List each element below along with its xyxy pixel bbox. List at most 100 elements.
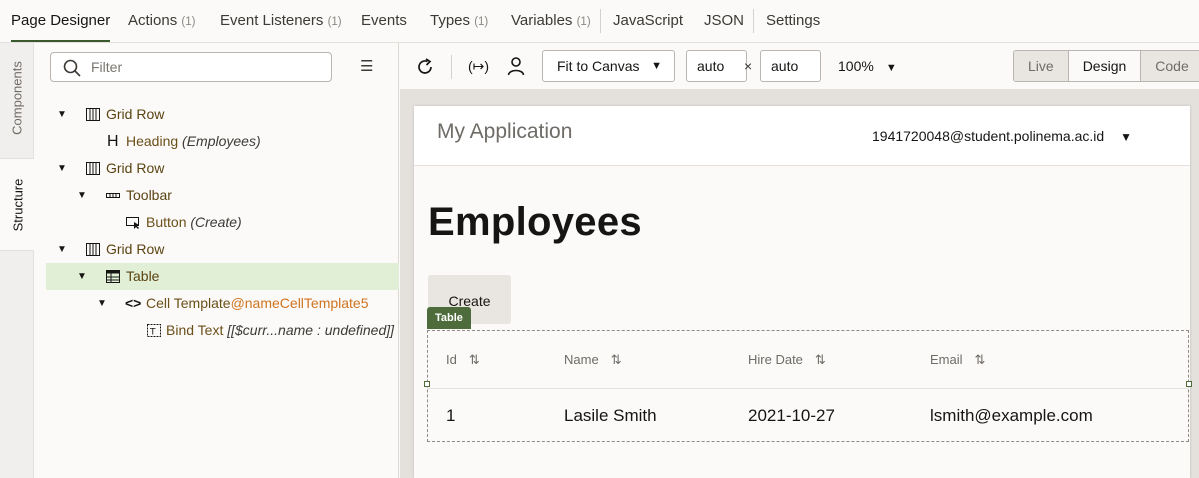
tree-node-label: Toolbar	[126, 187, 172, 203]
employees-table[interactable]: Id ⇅ Name ⇅ Hire Date ⇅ Email ⇅ 1 Lasile Smi…	[424, 330, 1192, 442]
side-tab-label: Structure	[10, 178, 25, 231]
tab-settings[interactable]: Settings	[766, 0, 820, 42]
tab-label: Events	[361, 12, 407, 29]
toolbar-divider	[451, 55, 452, 79]
dropdown-arrow-icon: ▼	[885, 62, 897, 74]
dropdown-arrow-icon: ▼	[651, 60, 662, 72]
column-header-email[interactable]: Email ⇅	[930, 331, 985, 389]
designer-toolbar: (↦) Fit to Canvas ▼ auto × auto 100% ▼ Liv…	[400, 43, 1199, 90]
bind-text-icon: T	[147, 324, 161, 337]
sort-icon[interactable]: ⇅	[469, 352, 480, 367]
column-header-label: Hire Date	[748, 352, 803, 367]
tab-json[interactable]: JSON	[704, 0, 744, 42]
tab-types[interactable]: Types (1)	[430, 0, 488, 42]
menu-icon[interactable]: ☰	[360, 57, 373, 75]
selection-tag: Table	[427, 307, 471, 329]
tree-node-detail: (Employees)	[182, 133, 261, 149]
tab-label: JSON	[704, 12, 745, 29]
svg-text:T: T	[149, 328, 156, 338]
tab-count: (1)	[474, 16, 489, 28]
tree-row-bind-text[interactable]: T Bind Text [[$curr...name : undefined]]	[34, 317, 399, 344]
tab-event-listeners[interactable]: Event Listeners (1)	[220, 0, 342, 42]
filter-input[interactable]: Filter	[50, 52, 332, 82]
tree-node-label: Heading	[126, 133, 179, 149]
tab-count: (1)	[181, 16, 196, 28]
column-header-hire-date[interactable]: Hire Date ⇅	[748, 331, 826, 389]
table-cell: Lasile Smith	[564, 406, 657, 425]
resize-handle[interactable]	[424, 381, 430, 387]
tab-label: Page Designer	[11, 12, 111, 29]
mode-design-button[interactable]: Design	[1068, 51, 1142, 81]
user-icon[interactable]	[506, 56, 526, 76]
mode-live-button[interactable]: Live	[1014, 51, 1069, 81]
column-header-name[interactable]: Name ⇅	[564, 331, 622, 389]
tree-row-grid-row[interactable]: ▼ Grid Row	[34, 236, 399, 263]
view-mode-switch: Live Design Code	[1013, 50, 1199, 82]
tab-label: JavaScript	[613, 12, 684, 29]
height-value: auto	[771, 58, 799, 74]
resize-handle[interactable]	[1186, 381, 1192, 387]
width-value: auto	[697, 58, 725, 74]
search-icon	[63, 59, 81, 77]
zoom-select[interactable]: 100% ▼	[838, 43, 897, 92]
tab-label: Settings	[766, 12, 821, 29]
tab-label: Event Listeners	[220, 12, 324, 29]
sort-icon[interactable]: ⇅	[815, 352, 826, 367]
caret-down-icon[interactable]: ▼	[57, 236, 67, 263]
tab-actions[interactable]: Actions (1)	[128, 0, 195, 42]
variable-binding-icon[interactable]: (↦)	[468, 43, 489, 90]
app-title: My Application	[437, 120, 573, 143]
user-email: 1941720048@student.polinema.ac.id	[872, 128, 1105, 144]
tree-row-grid-row[interactable]: ▼ Grid Row	[34, 101, 399, 128]
tree-node-label: Grid Row	[106, 160, 165, 176]
app-preview: My Application 1941720048@student.poline…	[414, 106, 1192, 478]
tab-javascript[interactable]: JavaScript	[613, 0, 683, 42]
caret-down-icon[interactable]: ▼	[97, 290, 107, 317]
tree-node-label: Table	[126, 268, 160, 284]
tab-divider	[753, 9, 754, 33]
tab-events[interactable]: Events	[361, 0, 407, 42]
designer-tab-bar: Page Designer Actions (1) Event Listener…	[0, 0, 1199, 43]
toolbar-icon	[106, 193, 120, 198]
tab-label: Types	[430, 12, 471, 29]
caret-down-icon[interactable]: ▼	[57, 101, 67, 128]
user-menu[interactable]: 1941720048@student.polinema.ac.id ▼	[872, 106, 1132, 167]
side-tab-structure[interactable]: Structure	[0, 158, 35, 251]
tree-node-label: Grid Row	[106, 241, 165, 257]
tab-page-designer[interactable]: Page Designer	[11, 0, 111, 42]
tree-row-button[interactable]: Button (Create)	[34, 209, 399, 236]
column-header-label: Name	[564, 352, 599, 367]
refresh-icon[interactable]	[415, 57, 435, 77]
tree-node-detail: (Create)	[190, 214, 242, 230]
tree-node-detail: [[$curr...name : undefined]]	[227, 322, 395, 338]
side-tab-rail: Components Structure	[0, 43, 35, 478]
tab-variables[interactable]: Variables (1)	[511, 0, 591, 42]
tree-row-heading[interactable]: H Heading (Employees)	[34, 128, 399, 155]
tree-node-label: Cell Template	[146, 295, 231, 311]
tree-row-table[interactable]: ▼ Table	[46, 263, 399, 290]
column-header-id[interactable]: Id ⇅	[446, 331, 480, 389]
width-input[interactable]: auto	[686, 50, 747, 82]
tree-row-toolbar[interactable]: ▼ Toolbar	[34, 182, 399, 209]
side-tab-components[interactable]: Components	[0, 43, 34, 153]
page-heading[interactable]: Employees	[428, 200, 642, 245]
zoom-value: 100%	[838, 58, 874, 74]
tab-count: (1)	[576, 16, 591, 28]
grid-row-icon	[86, 162, 100, 175]
sort-icon[interactable]: ⇅	[975, 352, 986, 367]
fit-to-canvas-select[interactable]: Fit to Canvas ▼	[542, 50, 675, 82]
caret-down-icon[interactable]: ▼	[57, 155, 67, 182]
grid-row-icon	[86, 243, 100, 256]
tree-row-cell-template[interactable]: ▼ <> Cell Template@nameCellTemplate5	[34, 290, 399, 317]
caret-down-icon[interactable]: ▼	[77, 182, 87, 209]
column-header-label: Email	[930, 352, 963, 367]
tree-node-label: Bind Text	[166, 322, 224, 338]
tab-label: Variables	[511, 12, 573, 29]
tree-row-grid-row[interactable]: ▼ Grid Row	[34, 155, 399, 182]
mode-code-button[interactable]: Code	[1141, 51, 1199, 81]
height-input[interactable]: auto	[760, 50, 821, 82]
button-icon	[126, 217, 139, 229]
heading-icon: H	[107, 133, 119, 150]
sort-icon[interactable]: ⇅	[611, 352, 622, 367]
caret-down-icon[interactable]: ▼	[77, 263, 87, 290]
